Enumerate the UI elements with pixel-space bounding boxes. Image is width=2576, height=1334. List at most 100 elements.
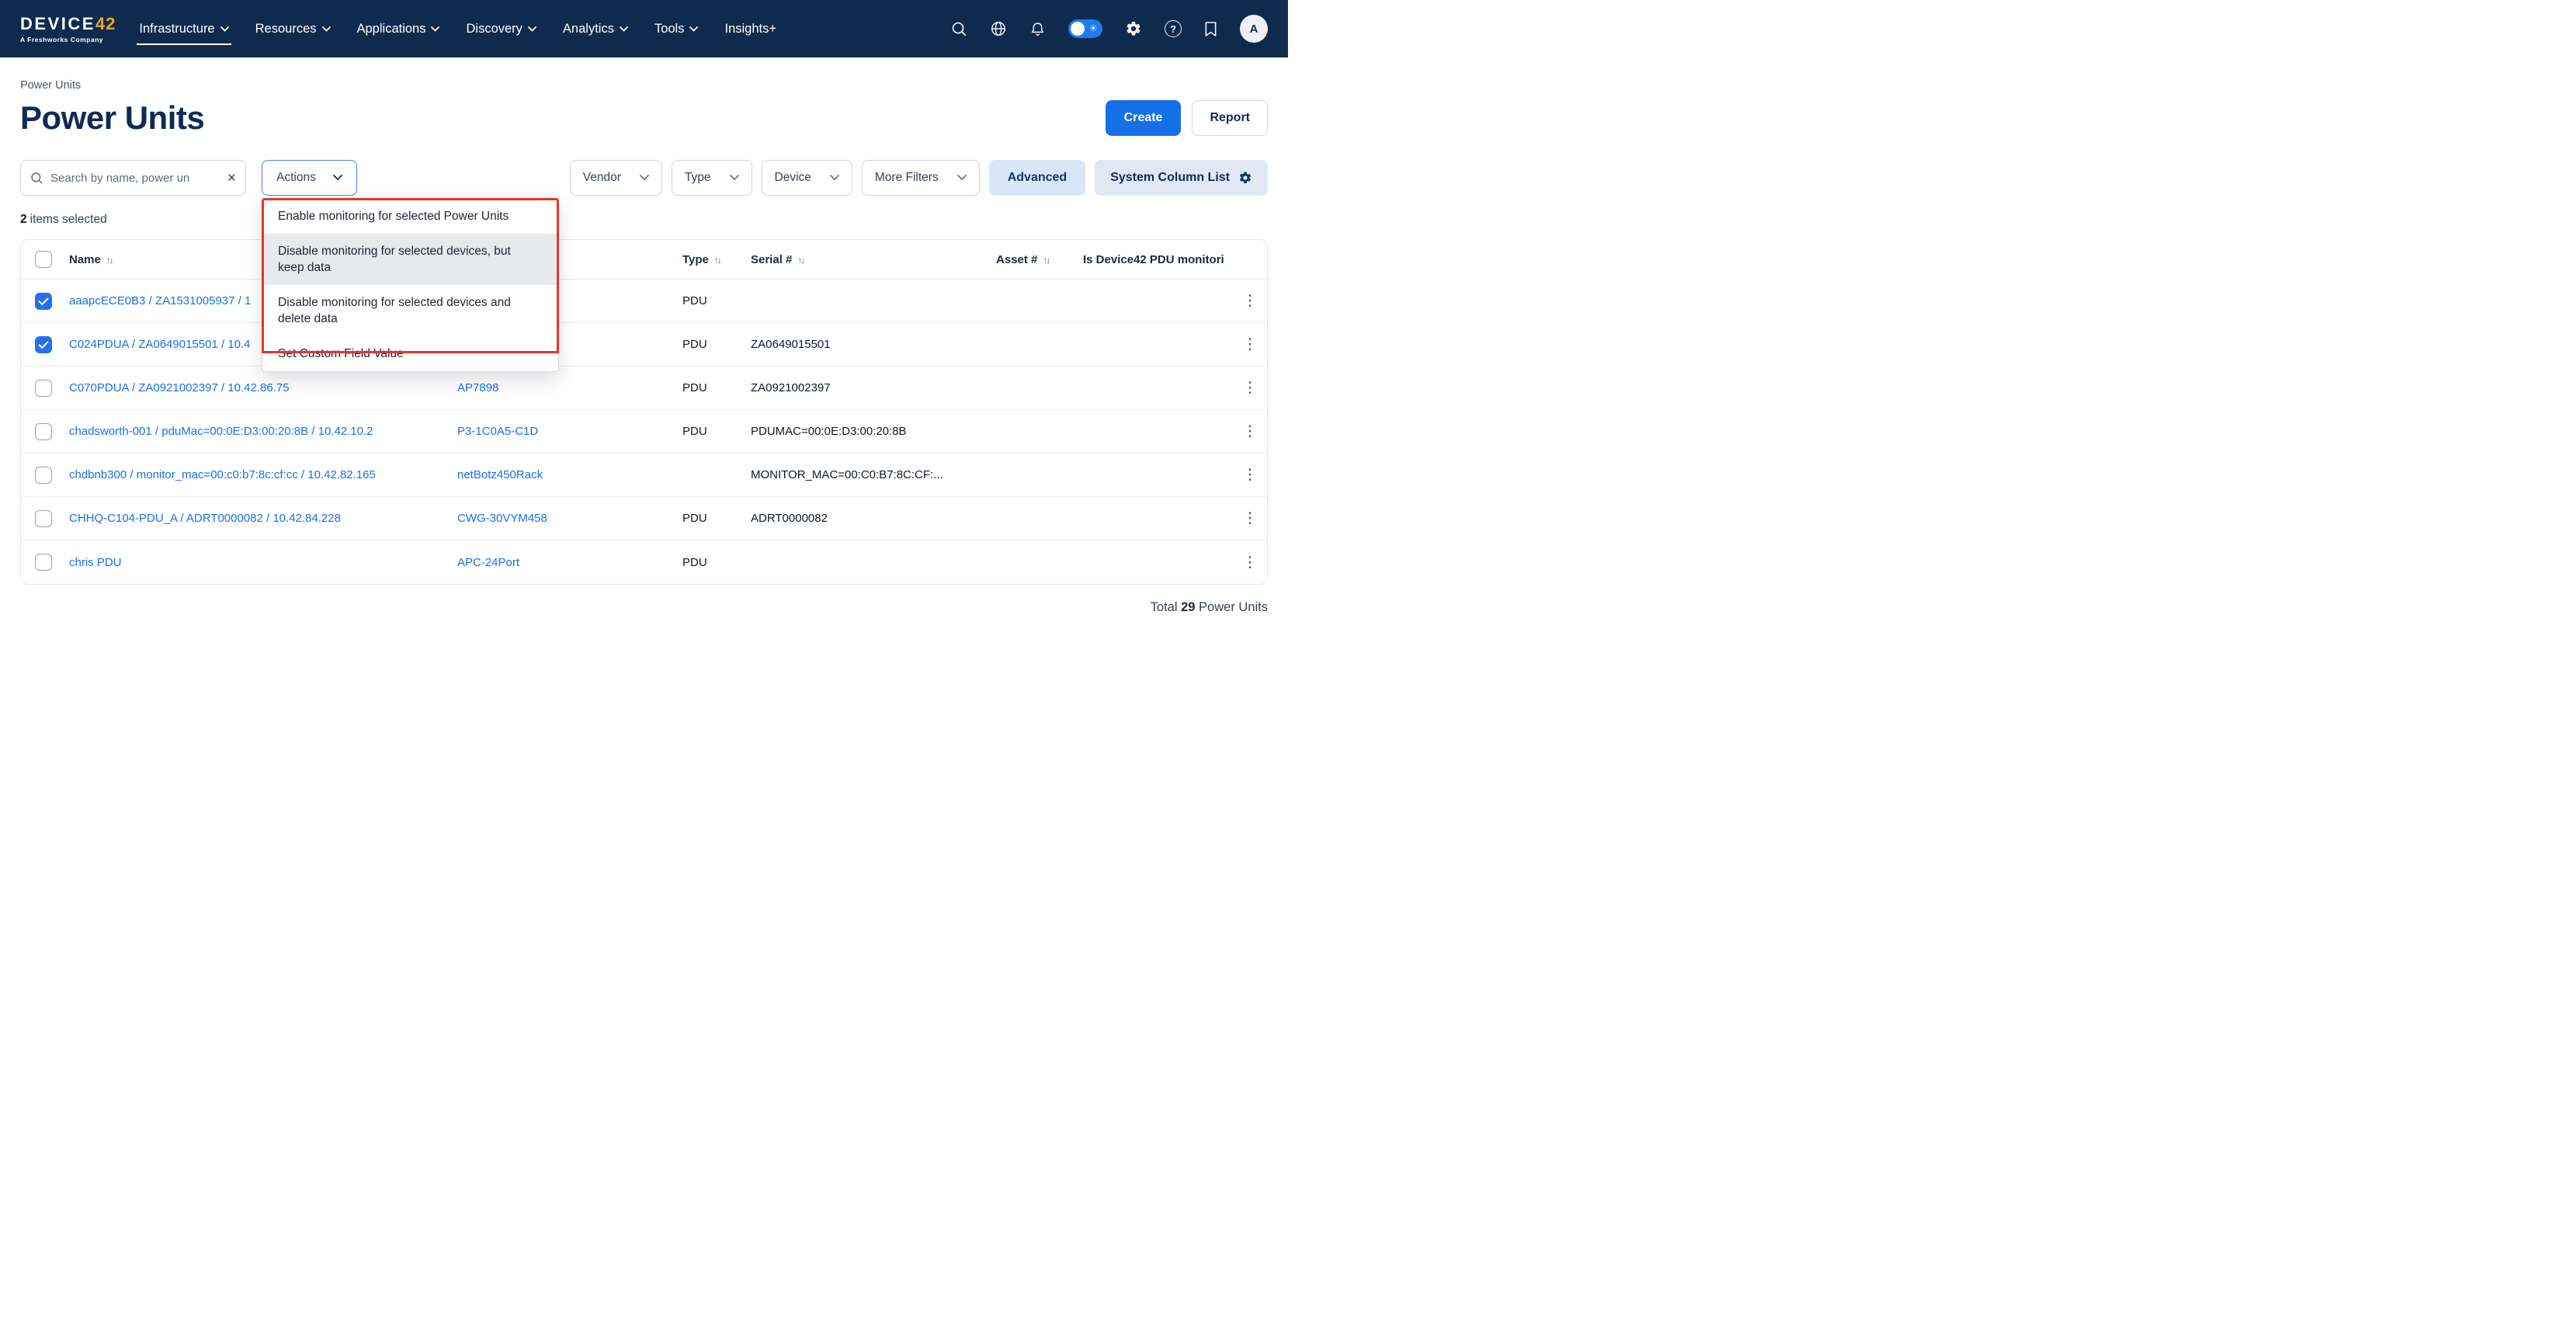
- logo-42-text: 42: [95, 14, 116, 34]
- title-row: Power Units Create Report: [20, 99, 1268, 137]
- type-filter[interactable]: Type: [672, 160, 752, 196]
- globe-icon[interactable]: [990, 20, 1007, 37]
- type-cell: PDU: [679, 556, 748, 569]
- header-asset[interactable]: Asset #↑↓: [993, 253, 1080, 266]
- search-icon: [30, 172, 43, 185]
- device-link[interactable]: netBotz450Rack: [457, 468, 543, 481]
- selection-count: 2: [20, 213, 27, 226]
- system-column-list-button[interactable]: System Column List: [1095, 160, 1268, 196]
- bell-icon[interactable]: [1029, 20, 1046, 37]
- table-row: CHHQ-C104-PDU_A / ADRT0000082 / 10.42.84…: [21, 497, 1267, 540]
- row-menu-icon[interactable]: ⋮: [1238, 292, 1262, 310]
- more-filters-button[interactable]: More Filters: [862, 160, 980, 196]
- actions-dropdown-wrap: Actions Enable monitoring for selected P…: [262, 160, 357, 196]
- nav-item-label: Resources: [255, 22, 317, 36]
- table-row: chadsworth-001 / pduMac=00:0E:D3:00:20:8…: [21, 410, 1267, 453]
- actions-label: Actions: [276, 171, 316, 185]
- row-menu-icon[interactable]: ⋮: [1238, 466, 1262, 484]
- power-unit-link[interactable]: chdbnb300 / monitor_mac=00:c0:b7:8c:cf:c…: [69, 468, 376, 481]
- row-menu-icon[interactable]: ⋮: [1238, 509, 1262, 527]
- vendor-filter-label: Vendor: [583, 171, 621, 185]
- header-type[interactable]: Type↑↓: [679, 253, 748, 266]
- clear-search-icon[interactable]: ×: [227, 171, 236, 186]
- device42-logo[interactable]: DEVICE 42 A Freshworks Company: [20, 14, 116, 43]
- sort-icon[interactable]: ↑↓: [106, 255, 113, 266]
- row-checkbox[interactable]: [35, 510, 52, 527]
- serial-cell: MONITOR_MAC=00:C0:B7:8C:CF:...: [748, 468, 993, 481]
- nav-item-discovery[interactable]: Discovery: [466, 22, 536, 36]
- serial-cell: PDUMAC=00:0E:D3:00:20:8B: [748, 425, 993, 438]
- power-unit-link[interactable]: aaapcECE0B3 / ZA1531005937 / 1: [69, 294, 251, 307]
- sort-icon[interactable]: ↑↓: [714, 255, 720, 266]
- row-checkbox[interactable]: [35, 554, 52, 571]
- serial-cell: ADRT0000082: [748, 512, 993, 525]
- power-unit-link[interactable]: chris PDU: [69, 556, 122, 569]
- nav-item-analytics[interactable]: Analytics: [563, 22, 628, 36]
- nav-item-insights[interactable]: Insights+: [724, 22, 776, 36]
- row-checkbox[interactable]: [35, 336, 52, 353]
- row-menu-icon[interactable]: ⋮: [1238, 554, 1262, 571]
- toolbar: Search by name, power un × Actions Enabl…: [20, 160, 1268, 196]
- search-input[interactable]: Search by name, power un ×: [20, 160, 246, 196]
- chevron-down-icon: [620, 26, 628, 32]
- help-icon[interactable]: ?: [1165, 20, 1182, 37]
- filter-group: Vendor Type Device More Filters Advanced: [570, 160, 1268, 196]
- search-icon[interactable]: [951, 21, 967, 37]
- power-unit-link[interactable]: C024PDUA / ZA0649015501 / 10.4: [69, 338, 251, 351]
- table-row: C024PDUA / ZA0649015501 / 10.4 PDU ZA064…: [21, 323, 1267, 367]
- power-unit-link[interactable]: CHHQ-C104-PDU_A / ADRT0000082 / 10.42.84…: [69, 512, 341, 525]
- chevron-down-icon: [322, 26, 331, 32]
- chevron-down-icon: [333, 175, 342, 181]
- logo-device-text: DEVICE: [20, 14, 95, 34]
- nav-item-label: Insights+: [724, 22, 776, 36]
- chevron-down-icon: [220, 26, 229, 32]
- device-link[interactable]: AP7898: [457, 381, 498, 394]
- bookmark-icon[interactable]: [1204, 21, 1217, 37]
- nav-item-label: Tools: [654, 22, 685, 36]
- nav-item-resources[interactable]: Resources: [255, 22, 331, 36]
- actions-menu: Enable monitoring for selected Power Uni…: [262, 198, 559, 372]
- vendor-filter[interactable]: Vendor: [570, 160, 662, 196]
- breadcrumb[interactable]: Power Units: [20, 79, 1268, 92]
- actions-dropdown-button[interactable]: Actions: [262, 160, 357, 196]
- row-checkbox[interactable]: [35, 380, 52, 397]
- table-row: aaapcECE0B3 / ZA1531005937 / 1 PDU ⋮: [21, 280, 1267, 323]
- search-value: Search by name, power un: [50, 172, 220, 185]
- select-all-checkbox[interactable]: [35, 251, 52, 268]
- device-link[interactable]: CWG-30VYM458: [457, 512, 547, 525]
- advanced-button[interactable]: Advanced: [989, 160, 1085, 196]
- header-monitoring[interactable]: Is Device42 PDU monitori: [1080, 253, 1233, 266]
- nav-item-tools[interactable]: Tools: [654, 22, 699, 36]
- sort-icon[interactable]: ↑↓: [1043, 255, 1049, 266]
- header-serial[interactable]: Serial #↑↓: [748, 253, 993, 266]
- row-checkbox[interactable]: [35, 423, 52, 440]
- user-avatar[interactable]: A: [1240, 15, 1268, 43]
- type-filter-label: Type: [685, 171, 711, 185]
- type-cell: PDU: [679, 381, 748, 394]
- theme-toggle[interactable]: ☀: [1068, 19, 1102, 38]
- sort-icon[interactable]: ↑↓: [797, 255, 804, 266]
- menu-item-enable-monitoring[interactable]: Enable monitoring for selected Power Uni…: [262, 199, 558, 234]
- power-unit-link[interactable]: chadsworth-001 / pduMac=00:0E:D3:00:20:8…: [69, 425, 373, 438]
- power-units-table: Name↑↓ Device↑↓ Type↑↓ Serial #↑↓ Asset …: [20, 239, 1268, 585]
- more-filters-label: More Filters: [875, 171, 939, 185]
- menu-item-disable-keep-data[interactable]: Disable monitoring for selected devices,…: [262, 234, 558, 285]
- report-button[interactable]: Report: [1192, 100, 1268, 136]
- row-checkbox[interactable]: [35, 467, 52, 484]
- device-link[interactable]: P3-1C0A5-C1D: [457, 425, 538, 438]
- row-menu-icon[interactable]: ⋮: [1238, 422, 1262, 440]
- nav-item-infrastructure[interactable]: Infrastructure: [139, 22, 228, 36]
- row-menu-icon[interactable]: ⋮: [1238, 335, 1262, 353]
- power-unit-link[interactable]: C070PDUA / ZA0921002397 / 10.42.86.75: [69, 381, 290, 394]
- row-checkbox[interactable]: [35, 293, 52, 310]
- row-menu-icon[interactable]: ⋮: [1238, 379, 1262, 397]
- nav-item-label: Discovery: [466, 22, 522, 36]
- sun-icon: ☀: [1088, 23, 1098, 33]
- menu-item-set-custom-field[interactable]: Set Custom Field Value: [262, 336, 558, 371]
- gear-icon[interactable]: [1125, 20, 1142, 37]
- menu-item-disable-delete-data[interactable]: Disable monitoring for selected devices …: [262, 285, 558, 336]
- create-button[interactable]: Create: [1106, 100, 1182, 136]
- nav-item-applications[interactable]: Applications: [357, 22, 440, 36]
- device-link[interactable]: APC-24Port: [457, 556, 519, 569]
- device-filter[interactable]: Device: [762, 160, 852, 196]
